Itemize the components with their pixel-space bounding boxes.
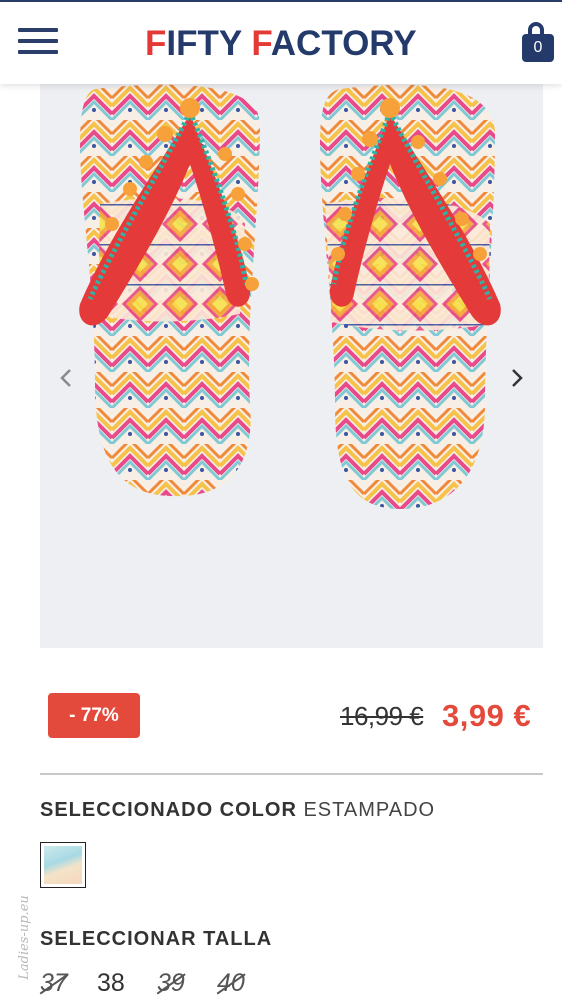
fifty-factory-logo[interactable]: FIFTY FACTORY — [145, 24, 417, 64]
size-option-39[interactable]: 39 — [157, 968, 185, 998]
next-image-chevron-right-icon[interactable] — [503, 364, 531, 392]
previous-image-chevron-left-icon[interactable] — [52, 364, 80, 392]
sale-price: 3,99 € — [442, 698, 532, 733]
divider — [40, 773, 543, 775]
selected-color-value: ESTAMPADO — [303, 799, 436, 821]
color-swatch-estampado[interactable] — [40, 842, 86, 888]
size-option-38[interactable]: 38 — [97, 968, 125, 998]
discount-badge: - 77% — [48, 693, 140, 738]
size-option-37[interactable]: 37 — [40, 968, 68, 998]
hamburger-menu-icon[interactable] — [18, 28, 58, 56]
color-heading: SELECCIONADO COLOR ESTAMPADO — [40, 799, 436, 821]
watermark: Ladies-up.eu — [16, 895, 32, 980]
original-price: 16,99 € — [340, 701, 424, 731]
size-heading: SELECCIONAR TALLA — [40, 928, 273, 950]
product-image-gallery[interactable] — [40, 84, 543, 648]
site-header: FIFTY FACTORY 0 — [0, 2, 562, 84]
flip-flops-product-image — [79, 84, 501, 509]
shopping-bag-icon[interactable]: 0 — [520, 22, 556, 62]
cart-count: 0 — [533, 39, 543, 56]
size-option-40[interactable]: 40 — [217, 968, 245, 998]
